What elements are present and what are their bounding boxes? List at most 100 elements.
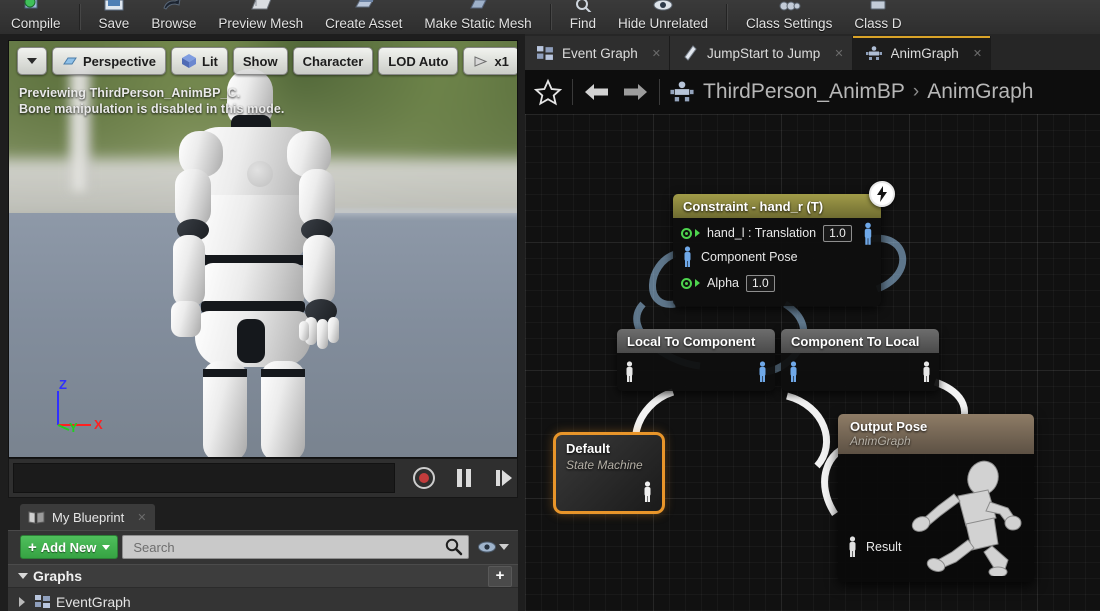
toolbar-label: Make Static Mesh — [424, 16, 532, 31]
back-arrow-icon[interactable] — [582, 79, 612, 105]
hide-unrelated-icon — [648, 0, 678, 12]
node-component-to-local[interactable]: Component To Local — [781, 329, 939, 391]
toolbar-label: Browse — [151, 16, 197, 31]
close-icon[interactable]: ✕ — [973, 47, 982, 60]
breadcrumb-root[interactable]: ThirdPerson_AnimBP — [703, 80, 905, 104]
viewport-button-lit[interactable]: Lit — [171, 47, 228, 75]
viewport-button-character[interactable]: Character — [292, 47, 374, 75]
toolbar-button-preview-mesh[interactable]: Preview Mesh — [207, 0, 314, 34]
preview-viewport[interactable]: Perspective Lit Show Character LOD Auto — [8, 40, 518, 458]
viewport-options-button[interactable] — [17, 47, 47, 75]
node-body: Result — [838, 454, 1034, 582]
tab-my-blueprint[interactable]: My Blueprint ✕ — [20, 504, 156, 530]
list-item[interactable]: EventGraph — [8, 588, 518, 611]
visibility-options-button[interactable] — [473, 540, 513, 554]
close-icon[interactable]: ✕ — [137, 511, 146, 524]
record-button[interactable] — [411, 465, 437, 491]
viewport-button-perspective[interactable]: Perspective — [52, 47, 166, 75]
pin-value-field[interactable]: 1.0 — [823, 224, 852, 242]
pose-input-pin-icon[interactable] — [623, 361, 636, 383]
close-icon[interactable]: ✕ — [834, 47, 843, 60]
toolbar-button-class-settings[interactable]: Class Settings — [735, 0, 843, 34]
svg-text:Y: Y — [69, 420, 78, 433]
toolbar-separator — [726, 4, 729, 30]
toolbar-button-create-asset[interactable]: Create Asset — [314, 0, 413, 34]
viewport-button-label: Show — [242, 53, 278, 69]
float-pin-icon[interactable] — [681, 277, 692, 289]
my-blueprint-panel: My Blueprint ✕ + Add New Search Graphs +… — [8, 504, 518, 611]
pin-arrow-icon — [695, 229, 700, 237]
search-input[interactable] — [131, 538, 445, 556]
node-body — [617, 353, 775, 391]
svg-text:X: X — [94, 417, 103, 432]
search-box[interactable] — [122, 535, 469, 559]
toolbar-button-make-static-mesh[interactable]: Make Static Mesh — [413, 0, 542, 34]
tab-jumpstart-to-jump[interactable]: JumpStart to Jump ✕ — [670, 36, 853, 70]
viewport-button-playrate[interactable]: x1 — [463, 47, 517, 75]
toolbar-label: Create Asset — [325, 16, 403, 31]
step-forward-button[interactable] — [491, 465, 517, 491]
my-blueprint-body: + Add New Graphs + — [8, 530, 518, 611]
plus-icon: + — [28, 538, 37, 556]
toolbar-label: Class D — [854, 16, 902, 31]
expand-triangle-icon[interactable] — [18, 573, 28, 579]
viewport-status-overlay: Previewing ThirdPerson_AnimBP_C. Bone ma… — [19, 85, 419, 117]
timeline-scrubber[interactable] — [13, 463, 395, 493]
pause-button[interactable] — [451, 465, 477, 491]
section-header-graphs[interactable]: Graphs + — [8, 564, 518, 588]
node-pin-row[interactable]: Alpha 1.0 — [673, 270, 881, 296]
toolbar-button-hide-unrelated[interactable]: Hide Unrelated — [607, 0, 719, 34]
graph-canvas[interactable]: Constraint - hand_r (T) hand_l : Transla… — [525, 114, 1100, 611]
collapse-triangle-icon[interactable] — [19, 596, 25, 607]
toolbar-button-class-defaults[interactable]: Class D — [843, 0, 912, 34]
viewport-button-show[interactable]: Show — [232, 47, 288, 75]
pose-pin-icon[interactable] — [846, 536, 859, 558]
node-title: Output Pose — [850, 419, 928, 434]
toolbar-label: Save — [98, 16, 130, 31]
node-constraint-hand-r[interactable]: Constraint - hand_r (T) hand_l : Transla… — [673, 194, 881, 306]
pose-output-pin-icon[interactable] — [861, 222, 875, 246]
add-graph-button[interactable]: + — [488, 565, 512, 587]
svg-text:Z: Z — [59, 377, 67, 392]
pose-pin-icon[interactable] — [681, 246, 694, 268]
close-icon[interactable]: ✕ — [652, 47, 661, 60]
viewport-button-label: LOD Auto — [388, 53, 449, 69]
node-header: Component To Local — [781, 329, 939, 353]
node-header: Output Pose AnimGraph — [838, 414, 1034, 454]
create-asset-icon — [349, 0, 379, 12]
toolbar-button-browse[interactable]: Browse — [140, 0, 207, 34]
tab-animgraph[interactable]: AnimGraph ✕ — [852, 36, 992, 70]
node-pin-row[interactable]: hand_l : Translation 1.0 — [673, 218, 881, 244]
viewport-toolbar: Perspective Lit Show Character LOD Auto — [17, 47, 517, 75]
unreal-blueprint-editor: Compile Save Browse Preview Mesh Create … — [0, 0, 1100, 611]
float-pin-icon[interactable] — [681, 227, 692, 239]
play-icon — [474, 55, 488, 67]
pose-output-pin-icon[interactable] — [920, 361, 933, 383]
pin-value-field[interactable]: 1.0 — [745, 274, 775, 292]
search-icon — [445, 538, 463, 556]
find-icon — [568, 0, 598, 14]
node-output-pose[interactable]: Output Pose AnimGraph Result — [838, 414, 1034, 582]
breadcrumb-current[interactable]: AnimGraph — [927, 80, 1033, 104]
make-static-mesh-icon — [463, 0, 493, 12]
star-icon[interactable] — [533, 78, 563, 106]
breadcrumb-separator: › — [912, 81, 920, 102]
viewport-button-lod[interactable]: LOD Auto — [378, 47, 459, 75]
pose-output-pin-icon[interactable] — [756, 361, 769, 383]
pose-input-pin-icon[interactable] — [787, 361, 800, 383]
node-pin-row[interactable]: Result — [838, 534, 909, 560]
pin-label: Alpha — [707, 276, 739, 290]
node-local-to-component[interactable]: Local To Component — [617, 329, 775, 391]
cube-icon — [182, 54, 196, 68]
forward-arrow-icon[interactable] — [620, 79, 650, 105]
pose-output-pin-icon[interactable] — [641, 481, 654, 503]
toolbar-button-save[interactable]: Save — [88, 0, 141, 34]
add-new-button[interactable]: + Add New — [20, 535, 119, 559]
toolbar-button-find[interactable]: Find — [559, 0, 607, 34]
tab-event-graph[interactable]: Event Graph ✕ — [525, 36, 671, 70]
toolbar-button-compile[interactable]: Compile — [0, 0, 72, 34]
chevron-down-icon — [499, 544, 509, 550]
node-default-state-machine[interactable]: Default State Machine — [553, 432, 665, 514]
node-pin-row[interactable]: Component Pose — [673, 244, 881, 270]
list-item-label: EventGraph — [56, 593, 131, 610]
